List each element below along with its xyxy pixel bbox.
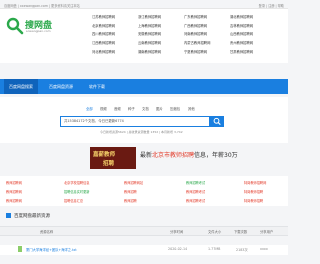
banner-image-line2: 招聘 <box>103 161 115 167</box>
header-link[interactable]: 湖北教师招聘网 <box>230 13 274 22</box>
link[interactable]: 教师招聘考试 <box>186 189 205 194</box>
resource-name[interactable]: 厦门大学海洋经+团队+海洋之.txt <box>26 247 77 252</box>
banner-text-pre: 最新 <box>140 152 153 159</box>
search-tab-audio[interactable]: 音频 <box>114 106 121 111</box>
col-header-time: 分享时间 <box>170 230 184 234</box>
header-links-col-2: 浙江教师招聘网 上海教师招聘网 安徽教师招聘网 云南教师招聘网 湖南教师招聘网 <box>138 13 182 56</box>
banner-text-highlight: 北京市教师招聘 <box>152 152 195 159</box>
search-input[interactable]: 共15384172个文档，今日已更新6774 <box>60 116 210 127</box>
main-nav: 百度网盘搜索 百度网盘资源 软件下载 <box>0 79 288 94</box>
link[interactable]: 教师招聘考试 <box>186 180 205 185</box>
link[interactable]: 特岗教师招聘网 <box>244 180 266 185</box>
search-tab-all[interactable]: 全部 <box>86 106 93 111</box>
header-links-col-1: 江苏教师招聘网 北京教师招聘网 四川教师招聘网 江西教师招聘网 河北教师招聘网 <box>92 13 136 56</box>
header-link[interactable]: 甘肃教师招聘网 <box>230 48 274 57</box>
link[interactable]: 特岗教师招聘 <box>244 198 263 203</box>
search-icon <box>213 117 221 125</box>
link[interactable]: 教师招聘网站 <box>124 180 143 185</box>
banner-image-line1: 嘉薪教师 <box>93 152 116 158</box>
header-link[interactable]: 四川教师招聘网 <box>92 30 136 39</box>
search-button[interactable] <box>210 116 224 127</box>
table-header: 资源名称 分享时间 文件大小 下载次数 分享用户 <box>0 226 288 236</box>
search-tab-image[interactable]: 图片 <box>156 106 163 111</box>
header-link[interactable]: 内蒙古教师招聘网 <box>184 39 228 48</box>
file-icon <box>18 246 22 252</box>
search-stats: 今日新增资源5624 | 总收录资源数量 1352 | 本月新增 3,742 <box>100 130 183 134</box>
recent-section-title: 百度网盘最新资源 <box>14 214 50 219</box>
banner-image[interactable]: 嘉薪教师 招聘 <box>90 147 136 169</box>
header-link[interactable]: 云南教师招聘网 <box>138 39 182 48</box>
logo-sub-text: sowangpan.com <box>26 29 51 33</box>
top-strip: 百度网盘 | xxxwangpan.com | 更多资料请关注本站 登录 | 注… <box>0 0 288 9</box>
resource-size: 1.77MB <box>208 247 221 251</box>
top-strip-right-text[interactable]: 登录 | 注册 | 帮助 <box>259 3 284 8</box>
header-link[interactable]: 北京教师招聘网 <box>92 22 136 31</box>
link[interactable]: 教师招聘 <box>124 189 137 194</box>
search-tab-doc[interactable]: 文档 <box>142 106 149 111</box>
link[interactable]: 招聘信息实时更新 <box>64 189 90 194</box>
resource-time: 2020-02-14 <box>168 247 188 251</box>
top-strip-left-text: 百度网盘 | xxxwangpan.com | 更多资料请关注本站 <box>4 4 80 8</box>
header-link[interactable]: 河北教师招聘网 <box>92 48 136 57</box>
header-link[interactable]: 山西教师招聘网 <box>230 30 274 39</box>
header-link[interactable]: 广东教师招聘网 <box>184 13 228 22</box>
resource-user: xxxx <box>260 247 268 251</box>
search-tab-video[interactable]: 视频 <box>100 106 107 111</box>
link[interactable]: 招聘信息汇总 <box>64 198 83 203</box>
header-link[interactable]: 安徽教师招聘网 <box>138 30 182 39</box>
header-link[interactable]: 江苏教师招聘网 <box>92 13 136 22</box>
nav-item-resources[interactable]: 百度网盘资源 <box>44 79 78 94</box>
col-header-name: 资源名称 <box>40 230 54 234</box>
table-row[interactable]: 厦门大学海洋经+团队+海洋之.txt 2020-02-14 1.77MB 218… <box>0 245 288 255</box>
col-header-user: 分享用户 <box>260 230 274 234</box>
search-tab-archive[interactable]: 压缩包 <box>170 106 180 111</box>
header-link[interactable]: 河南教师招聘网 <box>184 30 228 39</box>
search-tab-torrent[interactable]: 种子 <box>128 106 135 111</box>
link[interactable]: 特岗教师招聘 <box>244 189 263 194</box>
col-header-downloads: 下载次数 <box>234 230 248 234</box>
link[interactable]: 教师招聘考试 <box>186 198 205 203</box>
link[interactable]: 北京学校招聘信息 <box>64 180 90 185</box>
link[interactable]: 教师招聘 <box>124 198 137 203</box>
banner-headline[interactable]: 最新北京市教师招聘信息，年薪30万 <box>140 150 238 159</box>
link[interactable]: 教师招聘网 <box>6 180 22 185</box>
header-link[interactable]: 宁夏教师招聘网 <box>184 48 228 57</box>
header-link[interactable]: 浙江教师招聘网 <box>138 13 182 22</box>
header-link[interactable]: 吉林教师招聘网 <box>230 22 274 31</box>
recent-section-icon <box>6 213 11 218</box>
header-link[interactable]: 湖南教师招聘网 <box>138 48 182 57</box>
col-header-size: 文件大小 <box>208 230 222 234</box>
link[interactable]: 教师招聘网 <box>6 189 22 194</box>
logo-icon[interactable] <box>6 17 24 35</box>
banner-text-post: 信息，年薪30万 <box>194 152 238 159</box>
link[interactable]: 教师招聘网 <box>6 198 22 203</box>
header-links-col-4: 湖北教师招聘网 吉林教师招聘网 山西教师招聘网 贵州教师招聘网 甘肃教师招聘网 <box>230 13 274 56</box>
header-link[interactable]: 江西教师招聘网 <box>92 39 136 48</box>
header-link[interactable]: 贵州教师招聘网 <box>230 39 274 48</box>
header-link[interactable]: 广西教师招聘网 <box>184 22 228 31</box>
nav-item-software[interactable]: 软件下载 <box>84 79 110 94</box>
resource-downloads: 2183次 <box>236 248 248 252</box>
nav-item-search[interactable]: 百度网盘搜索 <box>4 79 38 94</box>
header-link[interactable]: 上海教师招聘网 <box>138 22 182 31</box>
search-tab-other[interactable]: 其他 <box>188 106 195 111</box>
header-links-col-3: 广东教师招聘网 广西教师招聘网 河南教师招聘网 内蒙古教师招聘网 宁夏教师招聘网 <box>184 13 228 56</box>
